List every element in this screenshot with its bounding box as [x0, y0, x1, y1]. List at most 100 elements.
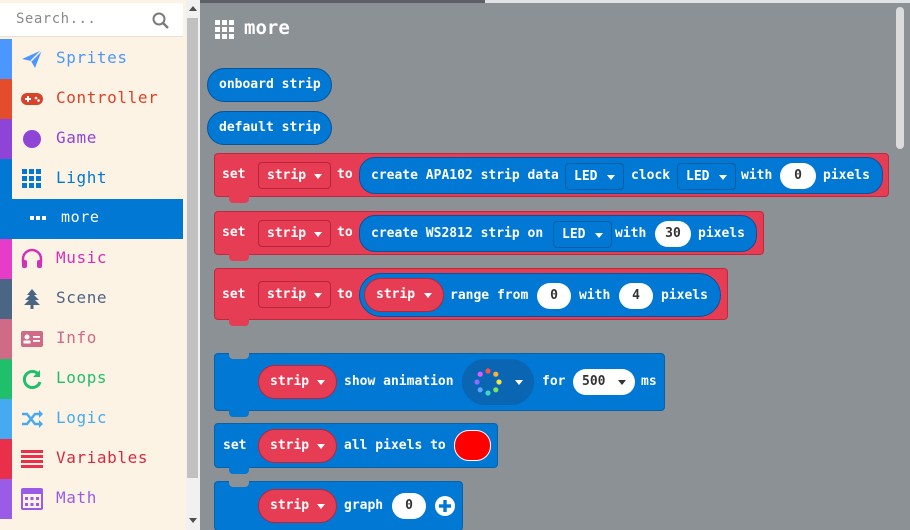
clock-pin-dropdown[interactable]: LED [677, 163, 736, 190]
category-sprites[interactable]: Sprites [0, 39, 183, 79]
block-notch [229, 410, 249, 417]
graph-value-input[interactable]: 0 [392, 493, 426, 519]
set-range-block[interactable]: set strip to strip range from 0 with 4 p… [214, 268, 728, 326]
category-label: Controller [56, 88, 159, 107]
color-picker[interactable] [454, 430, 491, 461]
variable-dropdown[interactable]: strip [258, 162, 331, 189]
category-color-bar [0, 479, 12, 519]
block-text: create WS2812 strip on [371, 226, 544, 241]
refresh-icon [22, 370, 42, 389]
scroll-up-icon[interactable] [189, 6, 197, 11]
strip-variable-dropdown[interactable]: strip [364, 278, 444, 312]
category-music[interactable]: Music [0, 239, 183, 279]
category-label: Game [56, 128, 97, 147]
category-scene[interactable]: Scene [0, 279, 183, 319]
category-label: Variables [56, 448, 149, 467]
create-ws2812-block[interactable]: create WS2812 strip on LED with 30 pixel… [359, 215, 757, 252]
onboard-strip-block[interactable]: onboard strip [207, 68, 332, 102]
search-box[interactable]: Search... [0, 3, 183, 37]
block-notch [229, 319, 249, 326]
block-notch [229, 254, 249, 261]
variable-dropdown[interactable]: strip [258, 220, 331, 247]
to-keyword: to [337, 287, 353, 302]
chevron-down-icon [515, 380, 523, 385]
from-input[interactable]: 0 [537, 283, 571, 309]
range-block[interactable]: strip range from 0 with 4 pixels [359, 273, 721, 317]
strip-variable-dropdown[interactable]: strip [258, 429, 337, 463]
category-color-bar [0, 359, 12, 399]
category-more[interactable]: more [0, 199, 183, 239]
block-text: graph [344, 498, 384, 513]
animation-picker[interactable] [462, 359, 534, 405]
clock-keyword: clock [631, 168, 671, 183]
chevron-down-icon [314, 293, 322, 298]
category-color-bar [0, 319, 12, 359]
pixels-keyword: pixels [823, 168, 870, 183]
pin-dropdown[interactable]: LED [553, 221, 612, 248]
variable-name: strip [270, 498, 310, 513]
shuffle-icon [22, 410, 43, 428]
category-loops[interactable]: Loops [0, 359, 183, 399]
ellipsis-icon [30, 216, 46, 220]
flyout-scrollbar[interactable] [896, 7, 904, 149]
show-animation-block[interactable]: strip show animation for 500 ms [214, 353, 665, 417]
strip-variable-dropdown[interactable]: strip [258, 489, 337, 523]
search-input[interactable]: Search... [16, 11, 96, 27]
block-notch [229, 481, 249, 487]
category-info[interactable]: Info [0, 319, 183, 359]
scrollbar-thumb[interactable] [187, 18, 198, 478]
data-pin-dropdown[interactable]: LED [565, 163, 624, 190]
flyout-title: more [244, 17, 290, 39]
pixels-keyword: pixels [661, 288, 708, 303]
category-label: Light [56, 168, 108, 187]
search-icon[interactable] [152, 12, 170, 30]
create-apa102-block[interactable]: create APA102 strip data LED clock LED w… [359, 157, 883, 194]
chevron-down-icon [314, 232, 322, 237]
category-math[interactable]: Math [0, 479, 183, 519]
grid-icon [215, 20, 234, 39]
category-color-bar [0, 119, 12, 159]
duration-dropdown[interactable]: 500 [573, 369, 635, 395]
category-controller[interactable]: Controller [0, 79, 183, 119]
category-color-bar [0, 159, 12, 199]
category-game[interactable]: Game [0, 119, 183, 159]
count-input[interactable]: 4 [619, 283, 653, 309]
with-keyword: with [741, 168, 773, 183]
block-text: all pixels to [344, 438, 446, 453]
block-text: create APA102 strip data [371, 168, 559, 183]
set-keyword: set [222, 225, 246, 240]
chevron-down-icon [317, 444, 325, 449]
set-keyword: set [223, 438, 247, 453]
scroll-down-icon[interactable] [189, 518, 197, 523]
set-all-pixels-block[interactable]: set strip all pixels to [214, 423, 498, 474]
category-logic[interactable]: Logic [0, 399, 183, 439]
category-light[interactable]: Light [0, 159, 183, 199]
toolbox-scrollbar[interactable] [186, 0, 200, 530]
category-label: Sprites [56, 48, 128, 67]
variable-dropdown[interactable]: strip [258, 281, 331, 308]
category-color-bar [0, 39, 12, 79]
set-ws2812-block[interactable]: set strip to create WS2812 strip on LED … [214, 211, 764, 261]
pixels-input[interactable]: 0 [780, 163, 816, 189]
strip-variable-dropdown[interactable]: strip [258, 365, 337, 399]
variable-name: strip [376, 287, 416, 302]
pixels-input[interactable]: 30 [655, 221, 691, 247]
graph-block[interactable]: strip graph 0 [214, 481, 463, 530]
set-apa102-block[interactable]: set strip to create APA102 strip data LE… [214, 153, 889, 203]
chevron-down-icon [314, 174, 322, 179]
category-variables[interactable]: Variables [0, 439, 183, 479]
default-strip-block[interactable]: default strip [207, 111, 332, 145]
id-card-icon [21, 331, 43, 347]
category-label: Loops [56, 368, 108, 387]
list-icon [21, 450, 43, 468]
variable-name: strip [270, 374, 310, 389]
variable-name: strip [270, 438, 310, 453]
category-label: Scene [56, 288, 108, 307]
set-keyword: set [222, 287, 246, 302]
category-label: Music [56, 248, 108, 267]
circle-icon [23, 130, 41, 148]
chevron-down-icon [424, 293, 432, 298]
category-color-bar [0, 79, 12, 119]
plus-icon[interactable] [434, 495, 456, 517]
calculator-icon [21, 488, 43, 510]
